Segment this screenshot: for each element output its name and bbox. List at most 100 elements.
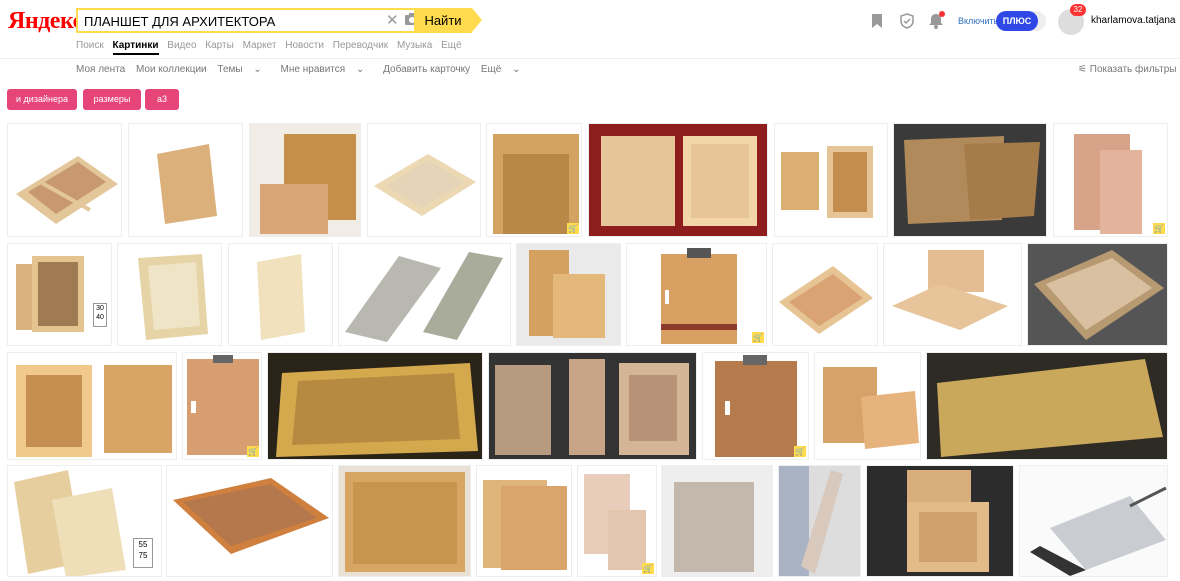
image-result[interactable]	[772, 243, 878, 346]
board-image	[779, 266, 873, 334]
image-result[interactable]	[516, 243, 621, 346]
collections-nav: Моя лента Мои коллекции Темы ⌄ Мне нрави…	[76, 64, 537, 75]
image-result[interactable]	[1019, 465, 1168, 577]
image-result[interactable]	[338, 465, 471, 577]
chevron-down-icon: ⌄	[253, 64, 262, 75]
image-result[interactable]	[774, 123, 888, 237]
username[interactable]: kharlamova.tatjana	[1091, 15, 1176, 26]
image-result[interactable]	[778, 465, 861, 577]
board-image	[495, 359, 689, 455]
chevron-down-icon: ⌄	[355, 64, 365, 75]
image-result[interactable]	[367, 123, 481, 237]
board-image	[781, 146, 873, 218]
cart-icon: 🛒	[567, 223, 579, 234]
image-result[interactable]: 55 75	[7, 465, 162, 577]
chip-designer[interactable]: и дизайнера	[7, 89, 77, 110]
plus-toggle[interactable]: ПЛЮС	[996, 11, 1046, 31]
chevron-down-icon: ⌄	[512, 64, 521, 75]
nav-add-card[interactable]: Добавить карточку	[383, 64, 470, 75]
nav-more[interactable]: Ещё ⌄	[481, 64, 529, 75]
image-result[interactable]	[7, 352, 177, 460]
image-result[interactable]	[814, 352, 921, 460]
image-result[interactable]	[488, 352, 697, 460]
board-image	[187, 355, 259, 455]
search-input[interactable]	[84, 12, 384, 30]
image-result[interactable]: 🛒	[486, 123, 582, 237]
image-result[interactable]	[926, 352, 1168, 460]
tab-music[interactable]: Музыка	[397, 40, 432, 51]
image-result[interactable]: 🛒	[182, 352, 262, 460]
filter-icon: ⚟	[1078, 64, 1087, 75]
cart-icon: 🛒	[247, 446, 259, 457]
nav-likes[interactable]: Мне нравится ⌄	[281, 64, 373, 75]
image-result[interactable]	[588, 123, 768, 237]
board-image	[674, 482, 754, 572]
tab-translator[interactable]: Переводчик	[333, 40, 388, 51]
nav-themes[interactable]: Темы ⌄	[217, 64, 269, 75]
image-result[interactable]	[7, 123, 122, 237]
image-result[interactable]: 🛒	[577, 465, 657, 577]
board-image	[173, 478, 329, 554]
show-filters-button[interactable]: ⚟ Показать фильтры	[1078, 64, 1176, 75]
plus-label: ПЛЮС	[996, 11, 1038, 31]
board-image	[1074, 134, 1142, 234]
board-image	[529, 250, 605, 338]
chip-a3[interactable]: а3	[145, 89, 179, 110]
image-result[interactable]	[893, 123, 1047, 237]
board-image	[260, 134, 356, 234]
image-result[interactable]: 🛒	[1053, 123, 1168, 237]
image-result[interactable]	[476, 465, 572, 577]
yandex-logo[interactable]: Яндекс	[8, 8, 83, 35]
board-image	[16, 156, 118, 224]
board-image	[715, 355, 797, 457]
image-result[interactable]	[228, 243, 333, 346]
image-result[interactable]	[267, 352, 483, 460]
board-image	[276, 363, 478, 457]
image-result[interactable]	[117, 243, 222, 346]
tab-maps[interactable]: Карты	[205, 40, 234, 51]
image-result[interactable]: 🛒	[702, 352, 809, 460]
nav-my-feed[interactable]: Моя лента	[76, 64, 125, 75]
tab-video[interactable]: Видео	[167, 40, 196, 51]
image-result[interactable]	[338, 243, 511, 346]
image-result[interactable]	[249, 123, 361, 237]
search-button[interactable]: Найти	[414, 8, 482, 33]
nav-themes-label: Темы	[217, 64, 243, 75]
search-bar: ✕ Найти	[76, 8, 482, 33]
nav-my-collections[interactable]: Мои коллекции	[136, 64, 207, 75]
cart-icon: 🛒	[794, 446, 806, 457]
divider	[0, 58, 1180, 59]
board-image	[493, 134, 579, 234]
tab-images[interactable]: Картинки	[112, 40, 159, 55]
notification-dot	[939, 11, 945, 17]
shield-icon[interactable]	[899, 13, 915, 29]
image-result[interactable]	[866, 465, 1014, 577]
tab-market[interactable]: Маркет	[243, 40, 277, 51]
image-result[interactable]	[1027, 243, 1168, 346]
tab-more[interactable]: Ещё	[441, 40, 461, 51]
image-result[interactable]	[166, 465, 333, 577]
image-result[interactable]: 🛒	[626, 243, 767, 346]
board-image	[661, 248, 737, 344]
enable-plus-link[interactable]: Включить	[958, 16, 998, 26]
board-image	[138, 254, 208, 340]
board-image	[779, 466, 843, 576]
close-icon[interactable]: ✕	[386, 11, 399, 29]
chip-sizes[interactable]: размеры	[83, 89, 141, 110]
image-result[interactable]	[661, 465, 773, 577]
board-image	[374, 154, 476, 216]
board-image	[345, 252, 503, 342]
board-image	[892, 250, 1008, 330]
image-result[interactable]: 30 40	[7, 243, 112, 346]
bookmark-icon[interactable]	[869, 13, 885, 29]
header: Яндекс ✕ Найти Поиск Картинки Видео Карт…	[0, 0, 1180, 58]
show-filters-label: Показать фильтры	[1089, 64, 1177, 75]
board-image	[1034, 250, 1164, 340]
image-result[interactable]	[883, 243, 1022, 346]
tab-search[interactable]: Поиск	[76, 40, 104, 51]
cart-icon: 🛒	[1153, 223, 1165, 234]
image-result[interactable]	[128, 123, 243, 237]
tab-news[interactable]: Новости	[285, 40, 324, 51]
cart-icon: 🛒	[752, 332, 764, 343]
notification-badge: 32	[1070, 4, 1086, 16]
